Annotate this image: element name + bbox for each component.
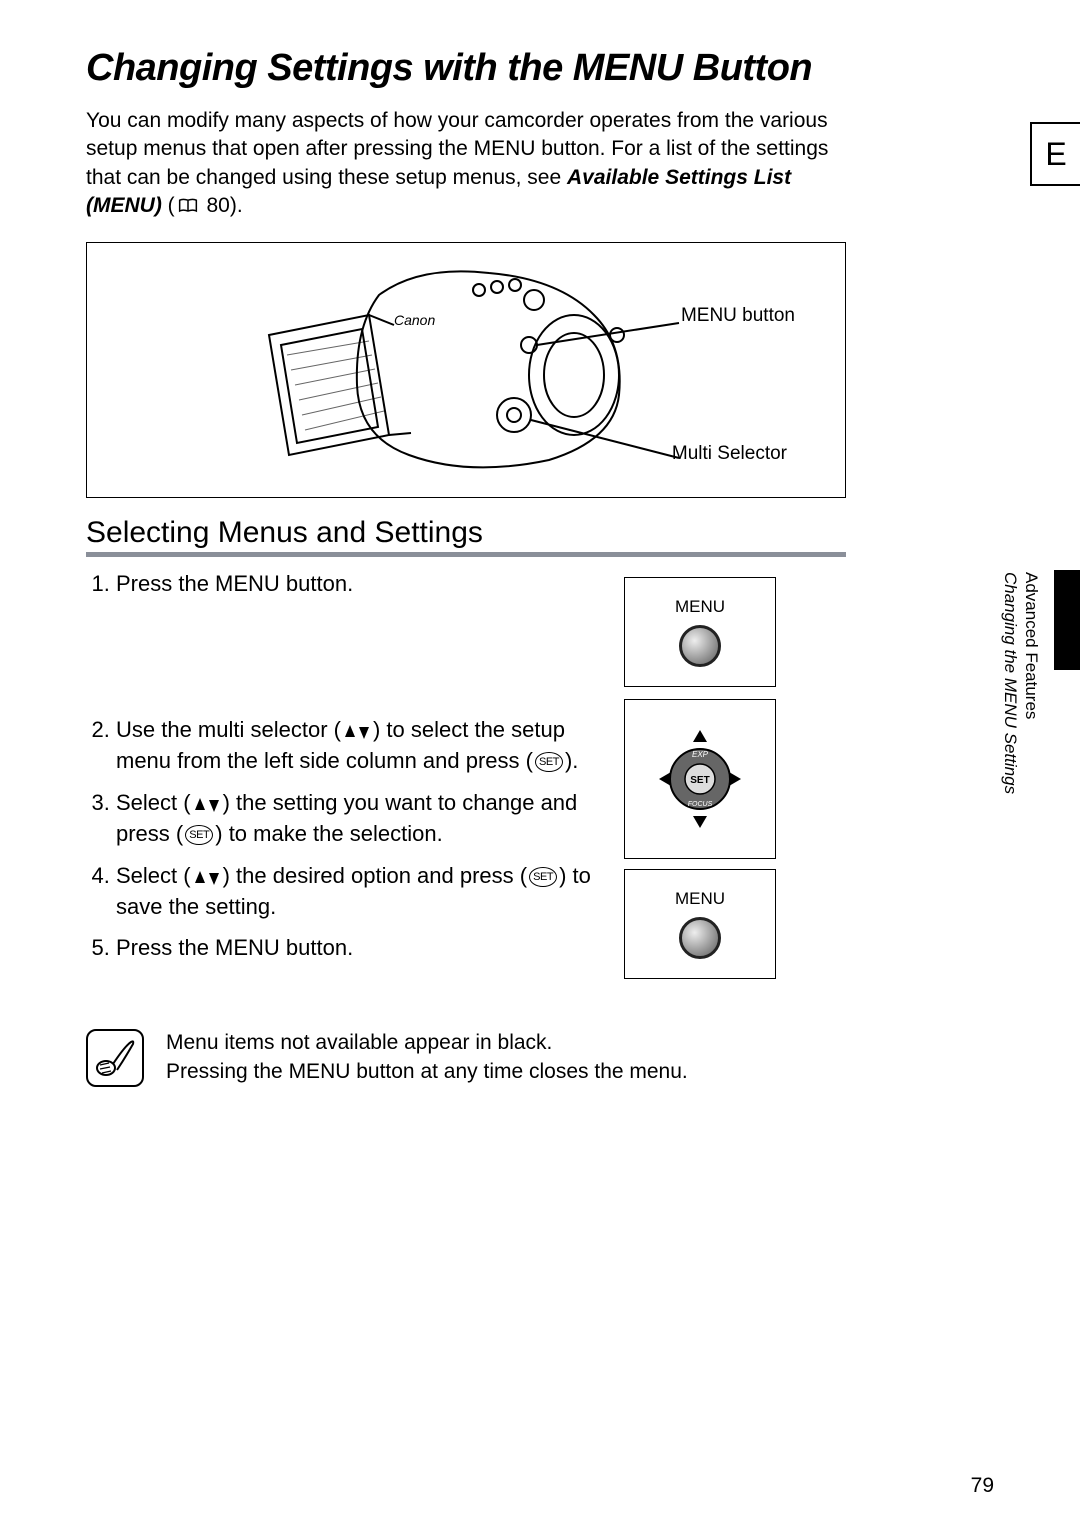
set-button-icon: SET [529, 867, 557, 887]
page-number: 79 [971, 1474, 994, 1498]
step-2-text-a: Use the multi selector ( [116, 717, 341, 742]
menu-label: MENU [675, 597, 725, 617]
icon-box-menu-top: MENU [624, 577, 776, 687]
up-down-arrows-icon [343, 716, 371, 746]
up-down-arrows-icon [193, 789, 221, 819]
note-line-2: Pressing the MENU button at any time clo… [166, 1058, 688, 1086]
icon-box-multi-selector: SET EXP FOCUS [624, 699, 776, 859]
step-4-text-a: Select ( [116, 863, 191, 888]
step-5: Press the MENU button. [116, 933, 626, 963]
svg-text:SET: SET [690, 775, 709, 786]
step-3-text-c: ) to make the selection. [215, 821, 442, 846]
callout-multi-selector: Multi Selector [672, 443, 787, 465]
language-tab-label: E [1045, 136, 1066, 173]
page-content: Changing Settings with the MENU Button Y… [86, 48, 1048, 1087]
note-text: Menu items not available appear in black… [166, 1029, 688, 1086]
intro-text-post: 80). [201, 194, 243, 217]
set-button-icon: SET [185, 825, 213, 845]
section-heading: Selecting Menus and Settings [86, 516, 846, 557]
set-button-icon: SET [535, 752, 563, 772]
step-3-text-a: Select ( [116, 790, 191, 815]
svg-text:Canon: Canon [394, 312, 435, 328]
note-block: Menu items not available appear in black… [86, 1029, 1048, 1087]
step-list: Press the MENU button. Use the multi sel… [86, 569, 626, 963]
note-icon [86, 1029, 144, 1087]
step-4-text-b: ) the desired option and press ( [223, 863, 528, 888]
step-5-text: Press the MENU button. [116, 935, 353, 960]
step-1: Press the MENU button. [116, 569, 626, 599]
menu-button-icon [679, 625, 721, 667]
note-line-1: Menu items not available appear in black… [166, 1029, 688, 1057]
step-4: Select ( ) the desired option and press (… [116, 861, 626, 922]
intro-paragraph: You can modify many aspects of how your … [86, 107, 846, 220]
menu-label: MENU [675, 889, 725, 909]
page-ref-icon [178, 192, 198, 220]
multi-selector-icon: SET EXP FOCUS [645, 724, 755, 834]
menu-button-icon [679, 917, 721, 959]
page-title: Changing Settings with the MENU Button [86, 48, 846, 89]
up-down-arrows-icon [193, 862, 221, 892]
steps-region: Press the MENU button. Use the multi sel… [86, 569, 1048, 999]
camcorder-diagram: Canon MENU button Multi Selector [86, 242, 846, 498]
svg-text:EXP: EXP [692, 750, 709, 759]
step-3: Select () the setting you want to change… [116, 788, 626, 849]
icon-box-menu-bottom: MENU [624, 869, 776, 979]
svg-text:FOCUS: FOCUS [688, 801, 713, 808]
step-2-text-c: ). [565, 748, 578, 773]
callout-menu-button: MENU button [681, 305, 795, 327]
step-1-text: Press the MENU button. [116, 571, 353, 596]
step-2: Use the multi selector () to select the … [116, 715, 626, 776]
intro-text-paren-open: ( [168, 194, 175, 217]
camcorder-illustration: Canon [119, 255, 689, 485]
thumb-index-tab [1054, 570, 1080, 670]
